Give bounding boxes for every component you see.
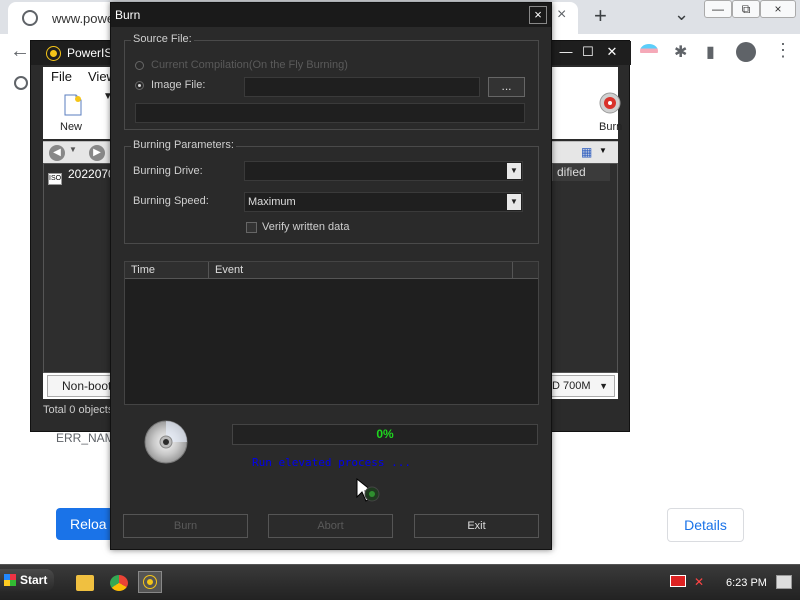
burn-status-text: Run elevated process ... (252, 456, 411, 469)
chevron-down-icon: ▼ (507, 194, 521, 210)
volume-muted-icon[interactable]: ✕ (694, 575, 708, 589)
source-file-group: Source File: Current Compilation(On the … (124, 33, 539, 130)
tab-close-icon[interactable]: × (557, 6, 566, 24)
image-file-radio[interactable] (135, 81, 144, 90)
verify-label: Verify written data (262, 221, 350, 233)
puzzle-extension-icon[interactable]: ✱ (674, 42, 687, 62)
bookmark-globe-icon[interactable] (14, 76, 28, 90)
flag-extension-icon[interactable] (640, 44, 658, 58)
nav-forward-icon[interactable]: ▶ (89, 145, 105, 161)
burn-dialog-close-button[interactable]: × (529, 6, 547, 24)
cd-disc-icon (144, 420, 188, 464)
poweriso-task-icon (144, 576, 156, 588)
verify-checkbox[interactable] (246, 222, 257, 233)
file-row[interactable]: ISO 2022070 (48, 167, 115, 185)
column-header-time[interactable]: Time (125, 262, 209, 279)
display-icon[interactable] (670, 575, 686, 587)
back-arrow-icon[interactable]: ← (10, 40, 30, 63)
burning-drive-select[interactable]: ▼ (244, 161, 523, 181)
burning-speed-value: Maximum (248, 196, 296, 208)
burn-button[interactable]: Burn (123, 514, 248, 538)
side-panel-icon[interactable]: ▮ (706, 42, 715, 62)
column-header-event[interactable]: Event (209, 262, 513, 279)
iso-file-icon: ISO (48, 173, 62, 185)
start-label: Start (20, 573, 48, 587)
burn-dialog: Burn × Source File: Current Compilation(… (110, 2, 552, 550)
image-file-input[interactable] (244, 77, 480, 97)
burn-disc-icon (599, 92, 621, 114)
burn-dialog-title-bar[interactable]: Burn × (111, 3, 551, 27)
browser-minimize-button[interactable]: — (704, 0, 732, 18)
nav-history-dropdown-icon[interactable]: ▼ (69, 145, 77, 154)
poweriso-title: PowerIS (67, 46, 113, 60)
reload-button[interactable]: Reloa (56, 508, 116, 540)
chevron-down-icon: ▼ (507, 163, 521, 179)
kebab-menu-icon[interactable]: ⋮ (774, 40, 792, 61)
source-file-legend: Source File: (131, 33, 194, 45)
notification-icon[interactable] (776, 575, 792, 589)
poweriso-minimize-button[interactable]: — (555, 43, 577, 61)
details-button[interactable]: Details (667, 508, 744, 542)
burn-label: Burn (599, 121, 623, 133)
menu-file[interactable]: File (51, 69, 72, 84)
error-code-text: ERR_NAM (56, 431, 115, 445)
current-compilation-radio (135, 61, 144, 70)
poweriso-maximize-button[interactable]: ☐ (577, 43, 599, 61)
exit-button[interactable]: Exit (414, 514, 539, 538)
taskbar: Start ✕ 6:23 PM (0, 564, 800, 600)
progress-percent: 0% (376, 427, 394, 441)
current-compilation-label: Current Compilation(On the Fly Burning) (151, 59, 348, 71)
poweriso-task-button[interactable] (138, 571, 162, 593)
globe-icon (22, 10, 38, 26)
nav-back-icon[interactable]: ◀ (49, 145, 65, 161)
image-file-label: Image File: (151, 79, 206, 91)
image-info-field (135, 103, 525, 123)
file-name: 2022070 (68, 167, 115, 181)
profile-avatar-icon[interactable] (736, 42, 756, 62)
abort-button[interactable]: Abort (268, 514, 393, 538)
chrome-icon[interactable] (110, 575, 128, 591)
browse-button[interactable]: ... (488, 77, 525, 97)
browser-restore-button[interactable]: ⧉ (732, 0, 760, 18)
column-header-modified[interactable]: dified (552, 164, 610, 181)
disc-size-dropdown-icon: ▼ (599, 381, 608, 391)
clock: 6:23 PM (726, 577, 767, 589)
new-file-icon (64, 94, 82, 116)
burning-parameters-group: Burning Parameters: Burning Drive: ▼ Bur… (124, 139, 539, 244)
disc-size-value: D 700M (552, 380, 591, 392)
windows-flag-icon (4, 574, 16, 586)
event-log-header: Time Event (125, 262, 538, 279)
tab-list-icon[interactable]: ⌄ (674, 4, 689, 25)
burning-speed-label: Burning Speed: (133, 195, 209, 207)
busy-cursor-icon (356, 477, 380, 502)
folder-icon[interactable] (76, 575, 94, 591)
poweriso-close-button[interactable]: ✕ (601, 43, 623, 61)
poweriso-logo-icon (47, 47, 60, 60)
burning-speed-select[interactable]: Maximum ▼ (244, 192, 523, 212)
view-mode-dropdown-icon[interactable]: ▼ (599, 146, 607, 155)
burn-dialog-title: Burn (115, 8, 141, 22)
burning-drive-label: Burning Drive: (133, 165, 203, 177)
start-button[interactable]: Start (0, 569, 54, 591)
browser-close-button[interactable]: × (760, 0, 796, 18)
new-tab-icon[interactable]: + (594, 3, 607, 29)
event-log-table[interactable]: Time Event (124, 261, 539, 405)
view-mode-icon[interactable]: ▦ (581, 145, 592, 159)
burn-progress-bar: 0% (232, 424, 538, 445)
burning-parameters-legend: Burning Parameters: (131, 139, 236, 151)
new-label: New (60, 121, 83, 133)
